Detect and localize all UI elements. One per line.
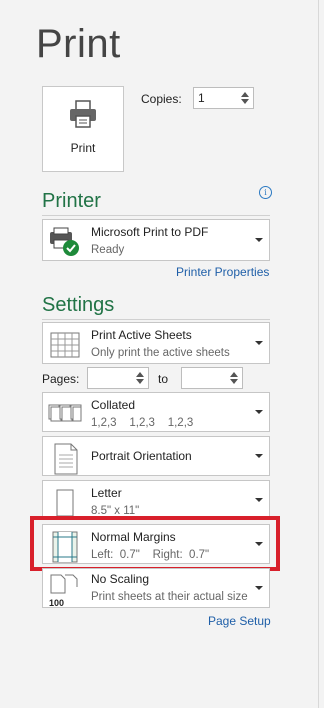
chevron-down-icon	[255, 238, 263, 242]
printer-heading-rule	[42, 215, 270, 216]
scaling-dropdown[interactable]: 100 No Scaling Print sheets at their act…	[42, 568, 270, 608]
paper-size-label: Letter	[91, 486, 122, 500]
printer-properties-link[interactable]: Printer Properties	[176, 265, 269, 279]
print-what-desc: Only print the active sheets	[91, 347, 230, 359]
print-button-label: Print	[70, 141, 96, 155]
spin-down-icon[interactable]	[136, 379, 144, 384]
settings-heading: Settings	[42, 294, 115, 316]
pages-to-spin-arrows[interactable]	[226, 368, 242, 388]
portrait-page-icon	[54, 443, 78, 475]
printer-status: Ready	[91, 244, 125, 256]
settings-heading-rule	[42, 319, 270, 320]
spin-up-icon[interactable]	[136, 372, 144, 377]
orientation-dropdown[interactable]: Portrait Orientation	[42, 436, 270, 476]
highlight-box	[30, 516, 280, 571]
copies-value: 1	[198, 91, 205, 105]
printer-icon	[70, 100, 96, 128]
no-scaling-icon: 100	[49, 574, 78, 608]
print-what-dropdown[interactable]: Print Active Sheets Only print the activ…	[42, 322, 270, 364]
chevron-down-icon	[255, 454, 263, 458]
pages-label: Pages:	[42, 372, 80, 386]
pages-from-spin-arrows[interactable]	[132, 368, 148, 388]
scaling-label: No Scaling	[91, 572, 150, 586]
chevron-down-icon	[255, 341, 263, 345]
chevron-down-icon	[255, 586, 263, 590]
collation-dropdown[interactable]: Collated 1,2,3 1,2,3 1,2,3	[42, 392, 270, 432]
copies-stepper[interactable]: 1	[193, 87, 254, 109]
scaling-desc: Print sheets at their actual size	[91, 591, 248, 603]
chevron-down-icon	[255, 498, 263, 502]
copies-label: Copies:	[141, 92, 182, 106]
sheet-grid-icon	[50, 332, 80, 358]
scaling-icon-text: 100	[49, 598, 64, 608]
pane-divider	[318, 0, 319, 708]
spin-up-icon[interactable]	[241, 92, 249, 97]
orientation-label: Portrait Orientation	[91, 449, 192, 463]
printer-heading: Printer	[42, 190, 101, 212]
chevron-down-icon	[255, 410, 263, 414]
spin-down-icon[interactable]	[241, 99, 249, 104]
info-icon[interactable]: i	[259, 186, 272, 199]
page-setup-link[interactable]: Page Setup	[208, 614, 271, 628]
printer-dropdown[interactable]: Microsoft Print to PDF Ready	[42, 219, 270, 261]
pages-from-input[interactable]	[87, 367, 149, 389]
pages-to-input[interactable]	[181, 367, 243, 389]
collated-pages-icon	[48, 404, 82, 422]
collation-desc: 1,2,3 1,2,3 1,2,3	[91, 417, 194, 429]
pdf-printer-icon	[50, 227, 79, 256]
page-title: Print	[36, 22, 121, 66]
pages-to-label: to	[158, 372, 169, 386]
print-what-label: Print Active Sheets	[91, 328, 192, 342]
copies-spin-arrows[interactable]	[237, 88, 253, 108]
spin-down-icon[interactable]	[230, 379, 238, 384]
paper-size-dropdown[interactable]: Letter 8.5" x 11"	[42, 480, 270, 520]
collation-label: Collated	[91, 398, 136, 412]
print-button[interactable]: Print	[42, 86, 124, 172]
printer-name: Microsoft Print to PDF	[91, 225, 209, 239]
spin-up-icon[interactable]	[230, 372, 238, 377]
